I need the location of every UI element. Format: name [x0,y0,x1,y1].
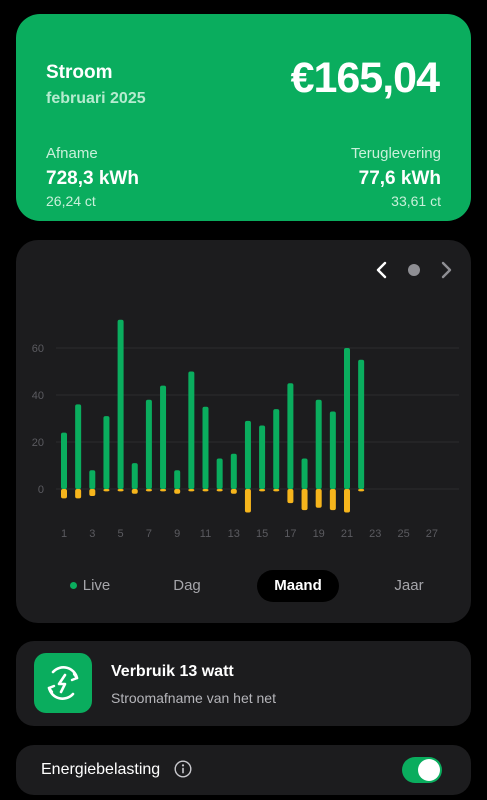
bar-teruglevering [160,489,167,492]
x-tick-label: 19 [313,528,325,540]
teruglevering-label: Teruglevering [350,145,441,162]
bar-teruglevering [287,489,294,504]
x-tick-label: 7 [146,528,152,540]
tab-live-label: Live [82,577,111,594]
bar-afname [315,399,322,489]
live-dot-icon [69,581,77,589]
energy-tax-toggle[interactable] [402,757,442,783]
x-tick-label: 11 [200,528,211,540]
bar-teruglevering [329,489,336,511]
bar-afname [244,420,251,489]
tab-dag[interactable]: Dag [162,570,212,602]
energy-tax-label: Energiebelasting [41,761,161,778]
bar-teruglevering [273,489,280,492]
bar-afname [117,319,124,489]
x-tick-label: 1 [61,528,67,540]
x-tick-label: 23 [369,528,381,540]
teruglevering-value: 77,6 kWh [358,168,441,189]
bar-teruglevering [117,489,124,492]
x-tick-label: 13 [228,528,240,540]
bar-afname [358,359,365,489]
electricity-summary-card[interactable]: Stroom februari 2025 €165,04 Afname 728,… [16,14,471,221]
y-tick-label: 20 [32,437,44,449]
bar-teruglevering [75,489,82,499]
bar-afname [273,409,280,489]
bar-afname [145,399,152,489]
bar-afname [259,425,266,489]
tab-jaar[interactable]: Jaar [384,570,434,602]
y-tick-label: 60 [32,343,44,355]
bar-teruglevering [61,489,67,499]
afname-label: Afname [46,145,98,162]
x-tick-label: 9 [174,528,180,540]
y-tick-label: 0 [38,484,44,496]
bar-teruglevering [145,489,152,492]
x-tick-label: 17 [284,528,296,540]
bar-teruglevering [188,489,195,492]
usage-subtitle: Stroomafname van het net [111,690,276,706]
usage-title: Verbruik 13 watt [111,663,234,680]
bar-teruglevering [131,489,138,494]
bar-afname [202,406,209,489]
bar-afname [61,432,67,489]
bar-afname [131,463,138,489]
toggle-knob [418,759,440,781]
bar-teruglevering [244,489,251,513]
usage-card[interactable]: Verbruik 13 watt Stroomafname van het ne… [16,641,471,726]
bar-afname [89,470,96,489]
bar-teruglevering [344,489,350,513]
bar-afname [75,404,82,489]
bar-afname [188,371,195,489]
bar-teruglevering [259,489,266,492]
bar-teruglevering [174,489,181,494]
bar-afname [160,385,167,489]
x-tick-label: 5 [118,528,124,540]
bar-afname [287,383,294,489]
bar-afname [344,348,350,489]
summary-period: februari 2025 [46,90,146,107]
usage-bar-chart: 02040601 3 5 7 9 11 13 15 17 19 21 23 25 27 [32,319,459,540]
energy-tax-row: Energiebelasting [16,745,471,795]
summary-title: Stroom [46,62,113,83]
bar-teruglevering [315,489,322,508]
afname-value: 728,3 kWh [46,168,139,189]
bar-afname [329,411,336,489]
bar-afname [216,458,223,489]
y-tick-label: 40 [32,390,44,402]
bar-afname [103,416,110,489]
bar-teruglevering [202,489,209,492]
bar-teruglevering [358,489,365,492]
bar-teruglevering [230,489,237,494]
tab-live[interactable]: Live [60,570,120,602]
bar-teruglevering [301,489,308,511]
period-tabs: Live Dag Maand Jaar [16,570,471,604]
bar-teruglevering [103,489,110,492]
bar-teruglevering [89,489,96,497]
tab-maand[interactable]: Maand [257,570,339,602]
chevron-right-icon[interactable] [436,260,456,280]
afname-price: 26,24 ct [46,193,96,209]
teruglevering-price: 33,61 ct [391,193,441,209]
power-plug-icon [34,653,92,713]
bar-teruglevering [216,489,223,492]
x-tick-label: 3 [89,528,95,540]
summary-amount: €165,04 [290,54,440,102]
x-tick-label: 25 [397,528,409,540]
bar-afname [174,470,181,489]
page-dot-icon [408,264,420,276]
x-tick-label: 15 [256,528,268,540]
chevron-left-icon[interactable] [372,260,392,280]
info-icon[interactable] [174,760,192,778]
bar-afname [301,458,308,489]
bar-afname [230,453,237,489]
x-tick-label: 21 [341,528,353,540]
x-tick-label: 27 [426,528,438,540]
